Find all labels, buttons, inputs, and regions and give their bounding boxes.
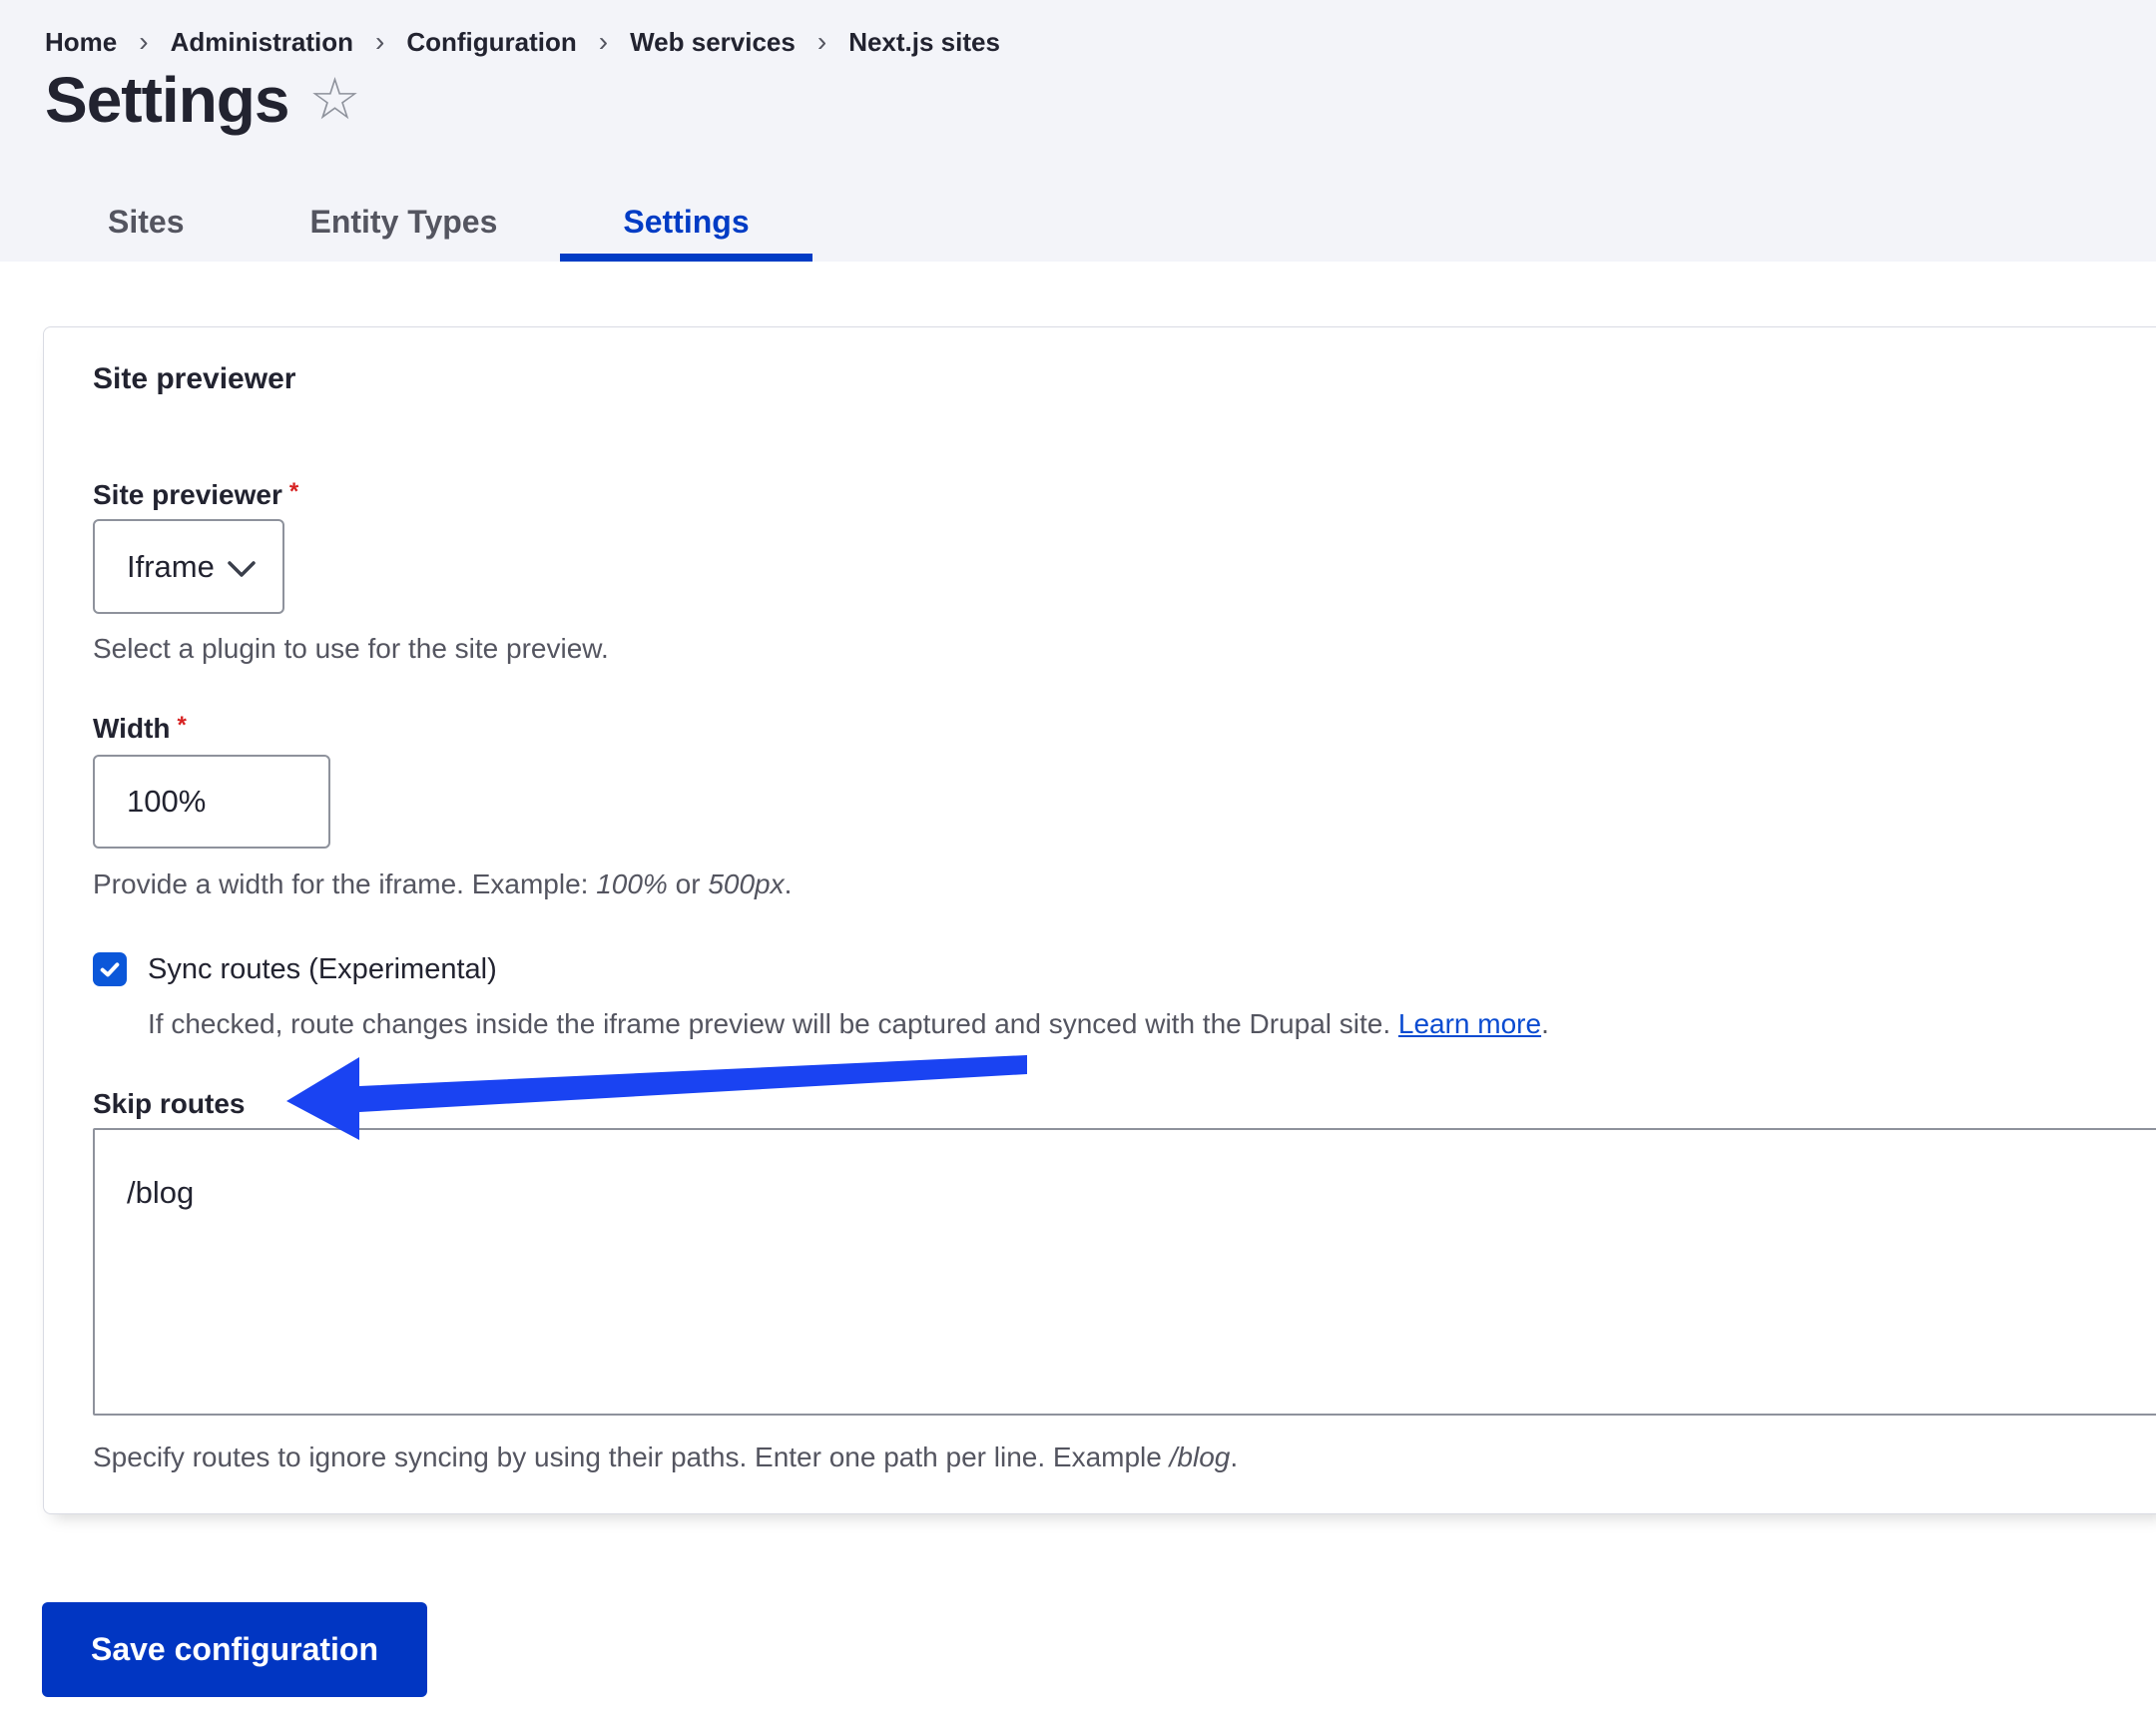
width-label: Width* <box>93 713 2125 747</box>
breadcrumb-home[interactable]: Home <box>45 27 117 58</box>
breadcrumb-configuration[interactable]: Configuration <box>406 27 576 58</box>
sync-routes-label[interactable]: Sync routes (Experimental) <box>148 953 497 986</box>
sync-routes-checkbox[interactable] <box>93 952 127 986</box>
breadcrumb-web-services[interactable]: Web services <box>630 27 796 58</box>
breadcrumb-nextjs-sites[interactable]: Next.js sites <box>848 27 1000 58</box>
save-configuration-button[interactable]: Save configuration <box>42 1602 427 1697</box>
chevron-down-icon <box>227 559 257 579</box>
site-previewer-label: Site previewer* <box>93 479 2125 513</box>
site-previewer-select[interactable]: Iframe <box>93 519 284 614</box>
checkmark-icon <box>98 957 122 981</box>
bookmark-star-icon[interactable]: ☆ <box>308 71 360 129</box>
required-asterisk: * <box>178 712 187 739</box>
width-input[interactable] <box>93 755 330 849</box>
required-asterisk: * <box>289 478 298 505</box>
site-previewer-help: Select a plugin to use for the site prev… <box>93 633 2125 665</box>
breadcrumb-administration[interactable]: Administration <box>171 27 353 58</box>
skip-routes-textarea[interactable]: /blog <box>93 1128 2156 1416</box>
breadcrumb-separator-icon: › <box>817 26 826 58</box>
site-previewer-selected-value: Iframe <box>127 549 215 585</box>
breadcrumb: Home › Administration › Configuration › … <box>45 26 2156 58</box>
breadcrumb-separator-icon: › <box>375 26 384 58</box>
skip-routes-help: Specify routes to ignore syncing by usin… <box>93 1441 2125 1473</box>
breadcrumb-separator-icon: › <box>139 26 148 58</box>
learn-more-link[interactable]: Learn more <box>1398 1008 1541 1039</box>
page-header: Home › Administration › Configuration › … <box>0 0 2156 262</box>
sync-routes-help: If checked, route changes inside the ifr… <box>148 1008 2125 1040</box>
tab-settings[interactable]: Settings <box>560 190 811 262</box>
tab-sites[interactable]: Sites <box>45 190 247 262</box>
site-previewer-section: Site previewer Site previewer* Iframe Se… <box>43 326 2156 1514</box>
tab-entity-types[interactable]: Entity Types <box>247 190 560 262</box>
section-title: Site previewer <box>93 361 2125 397</box>
width-help: Provide a width for the iframe. Example:… <box>93 868 2125 900</box>
page-title: Settings <box>45 64 288 136</box>
tab-bar: Sites Entity Types Settings <box>45 190 2156 262</box>
breadcrumb-separator-icon: › <box>599 26 608 58</box>
skip-routes-label: Skip routes <box>93 1088 2125 1120</box>
